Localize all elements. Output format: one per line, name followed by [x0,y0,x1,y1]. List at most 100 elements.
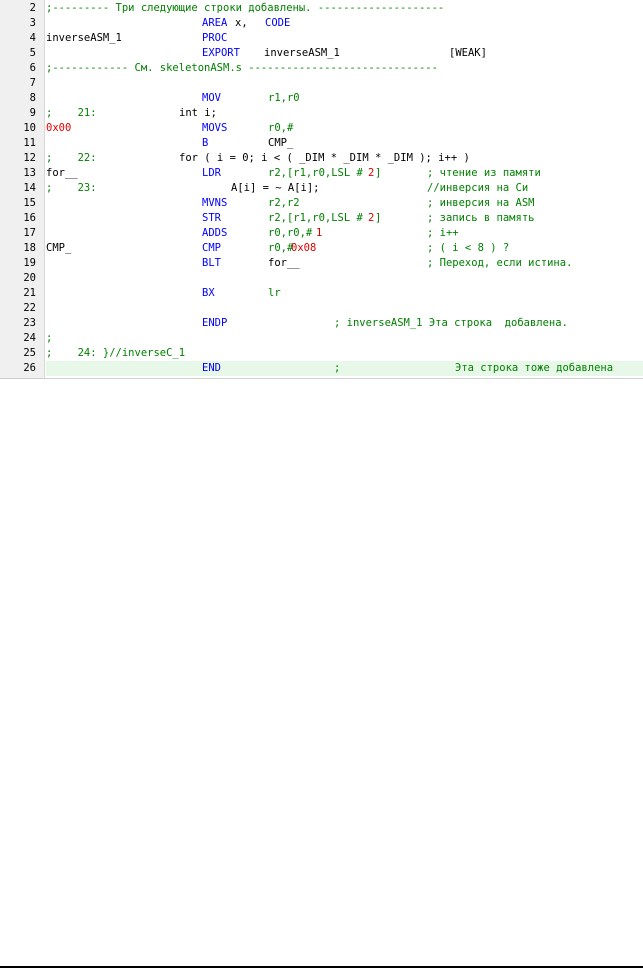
line-number: 6 [29,62,36,74]
code-token: END [202,362,221,374]
line-number: 8 [29,92,36,104]
code-token: ; 21: [46,107,97,119]
line-code: CMP_ CMP r0,# 0x08 ; ( i < 8 ) ? [46,241,643,256]
line-code [46,271,643,286]
code-token: 0x00 [46,122,72,134]
code-line[interactable]: 24; [0,331,643,346]
code-token: ;--------- Три следующие строки добавлен… [46,2,445,14]
line-number: 10 [23,122,36,134]
code-token: BLT [202,257,221,269]
code-line[interactable]: 10 MOVS r0,# 0x00 [0,121,643,136]
line-code: END; Эта строка тоже добавлена [46,361,643,376]
code-line[interactable]: 20 [0,271,643,286]
code-line[interactable]: 11 B CMP_ [0,136,643,151]
line-code: ;------------ См. skeletonASM.s --------… [46,61,643,76]
code-line[interactable]: 3 AREA x, CODE [0,16,643,31]
line-code: ;--------- Три следующие строки добавлен… [46,1,643,16]
line-number: 5 [29,47,36,59]
code-token: 2 [368,212,375,224]
line-code: AREA x, CODE [46,16,643,31]
code-line[interactable]: 14 ; 23: A[i] = ~ A[i]; //инверсия на Си [0,181,643,196]
page-bottom-rule [0,966,643,968]
line-number: 24 [23,332,36,344]
line-number: 11 [23,137,36,149]
line-number: 26 [23,362,36,374]
code-line[interactable]: 26 END; Эта строка тоже добавлена [0,361,643,376]
line-code [46,76,643,91]
code-token: r2,[r1,r0,LSL # [268,167,363,179]
line-number: 12 [23,152,36,164]
line-code: ; 22: for ( i = 0; i < ( _DIM * _DIM * _D… [46,151,643,166]
code-line[interactable]: 21 BX lr [0,286,643,301]
line-code [46,301,643,316]
code-line[interactable]: 16 STR r2,[r1,r0,LSL # 2] ; запись в память [0,211,643,226]
code-token: ; ( i < 8 ) ? [427,242,510,254]
code-token: LDR [202,167,221,179]
line-code: STR r2,[r1,r0,LSL # 2] ; запись в память [46,211,643,226]
code-line[interactable]: 17 ADDS r0,r0,# 1 ; i++ [0,226,643,241]
code-line[interactable]: 2 ;--------- Три следующие строки добавле… [0,1,643,16]
code-editor[interactable]: 2 ;--------- Три следующие строки добавле… [0,0,643,379]
code-token: BX [202,287,215,299]
code-line[interactable]: 19 BLT for__ ; Переход, если истина. [0,256,643,271]
code-line[interactable]: 18 CMP_ CMP r0,# 0x08 ; ( i < 8 ) ? [0,241,643,256]
code-token: ; 22: [46,152,97,164]
code-token: ; [46,332,53,344]
code-token: x, [235,17,248,29]
code-token: AREA [202,17,228,29]
code-line[interactable]: 13 for__ LDR r2,[r1,r0,LSL # 2] ; чтение из п… [0,166,643,181]
code-token: [WEAK] [449,47,487,59]
code-token: ] [375,212,382,224]
line-code: inverseASM_1 PROC [46,31,643,46]
code-line[interactable]: 25 ; 24: }//inverseC_1 [0,346,643,361]
line-code: B CMP_ [46,136,643,151]
code-line[interactable]: 6 ;------------ См. skeletonASM.s -------… [0,61,643,76]
line-code: ; [46,331,643,346]
code-token: r1,r0 [268,92,300,104]
code-token: CMP_ [268,137,294,149]
code-token: r0,# [268,242,294,254]
line-code: MOVS r0,# 0x00 [46,121,643,136]
code-line[interactable]: 12 ; 22: for ( i = 0; i < ( _DIM * _DIM * … [0,151,643,166]
code-line[interactable]: 15 MVNS r2,r2 ; инверсия на ASM [0,196,643,211]
code-token: CMP_ [46,242,72,254]
line-number: 7 [29,77,36,89]
line-number: 14 [23,182,36,194]
code-token: ; запись в память [427,212,535,224]
line-code: ADDS r0,r0,# 1 ; i++ [46,226,643,241]
line-number: 17 [23,227,36,239]
code-line[interactable]: 9 ; 21: int i; [0,106,643,121]
code-token: ; Переход, если истина. [427,257,573,269]
code-token: r0,r0,# [268,227,313,239]
line-number: 15 [23,197,36,209]
code-token: A[i] = ~ A[i]; [231,182,320,194]
code-token: MOV [202,92,221,104]
code-token: MOVS [202,122,228,134]
code-line[interactable]: 27 [0,376,643,378]
code-token: 2 [368,167,375,179]
code-token: ; 24: }//inverseC_1 [46,347,186,359]
code-token: r2,[r1,r0,LSL # [268,212,363,224]
line-code: ; 23: A[i] = ~ A[i]; //инверсия на Си [46,181,643,196]
code-token: ENDP [202,317,228,329]
line-number: 18 [23,242,36,254]
code-line[interactable]: 22 [0,301,643,316]
code-token: ; i++ [427,227,459,239]
code-token: r0,# [268,122,294,134]
line-code: EXPORT inverseASM_1 [WEAK] [46,46,643,61]
code-token: STR [202,212,221,224]
code-line[interactable]: 23 ENDP ; inverseASM_1 Эта строка добавлен… [0,316,643,331]
code-line[interactable]: 7 [0,76,643,91]
line-number: 21 [23,287,36,299]
code-token: ; inverseASM_1 Эта строка добавлена. [334,317,568,329]
code-token: 1 [316,227,323,239]
code-line[interactable]: 8 MOV r1,r0 [0,91,643,106]
code-token: ; чтение из памяти [427,167,541,179]
code-token: Эта строка тоже добавлена [455,362,614,374]
code-token: B [202,137,209,149]
code-token: inverseASM_1 [264,47,340,59]
line-number: 19 [23,257,36,269]
code-line[interactable]: 5 EXPORT inverseASM_1 [WEAK] [0,46,643,61]
line-number: 23 [23,317,36,329]
code-line[interactable]: 4 inverseASM_1 PROC [0,31,643,46]
